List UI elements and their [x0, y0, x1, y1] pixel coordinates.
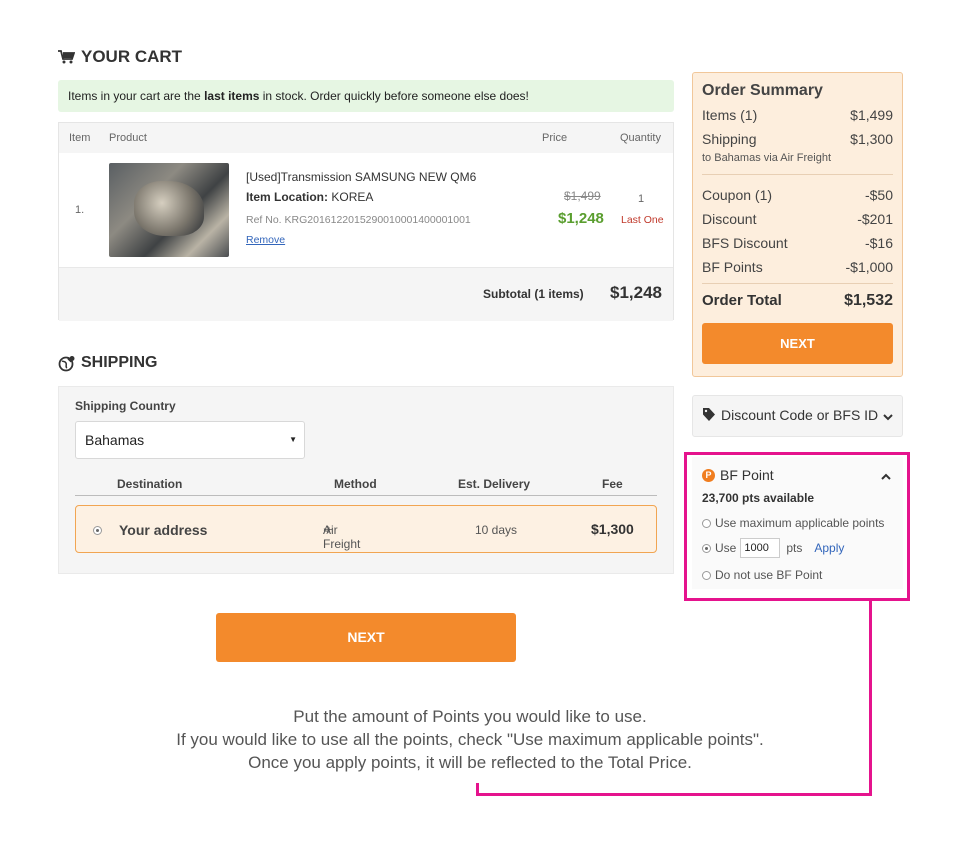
product-location: Item Location: KOREA	[246, 190, 373, 204]
country-label: Shipping Country	[75, 399, 176, 413]
subtotal-bar: Subtotal (1 items) $1,248	[59, 267, 673, 321]
notice-bold-text: last items	[204, 89, 260, 103]
delivery-value: 10 days	[475, 523, 518, 537]
item-quantity: 1	[638, 193, 645, 205]
next-button[interactable]: NEXT	[216, 613, 516, 662]
shipping-panel: Shipping Country Bahamas ▼ Destination M…	[58, 386, 674, 574]
destination-value: Your address	[119, 522, 208, 538]
col-fee: Fee	[602, 477, 623, 491]
bfs-label: BFS Discount	[702, 235, 788, 251]
shipping-option-row[interactable]: Your address ✈ Air Freight 10 days $1,30…	[75, 505, 657, 553]
cart-item-row: 1. [Used]Transmission SAMSUNG NEW QM6 It…	[59, 153, 673, 267]
shipping-radio[interactable]	[93, 526, 102, 535]
product-ref: Ref No. KRG2016122015290010001400001001	[246, 214, 471, 226]
total-label: Order Total	[702, 292, 782, 309]
remove-link[interactable]: Remove	[246, 234, 285, 246]
coupon-value: -$50	[864, 187, 893, 203]
shipping-value: $1,300	[850, 131, 893, 147]
cart-title: YOUR CART	[81, 47, 183, 66]
select-caret-icon: ▼	[289, 435, 297, 444]
shipping-heading: SHIPPING	[58, 354, 157, 372]
order-summary: Order Summary Items (1) $1,499 Shipping $1…	[692, 72, 903, 377]
cart-icon	[58, 50, 75, 64]
discount-code-label: Discount Code or BFS ID	[721, 407, 879, 423]
col-delivery: Est. Delivery	[458, 477, 531, 491]
points-value: -$1,000	[845, 259, 893, 275]
cart-table-header: Item Product Price Quantity	[59, 123, 673, 153]
caption-line-2: If you would like to use all the points,…	[176, 730, 764, 749]
total-value: $1,532	[844, 292, 893, 309]
col-price: Price	[542, 132, 568, 144]
highlight-frame	[684, 452, 910, 601]
col-product: Product	[109, 132, 147, 144]
cart-table: Item Product Price Quantity 1. [Used]Tra…	[58, 122, 674, 321]
caption-line-3: Once you apply points, it will be reflec…	[248, 753, 692, 772]
cart-heading: YOUR CART	[58, 47, 182, 67]
coupon-label: Coupon (1)	[702, 187, 773, 203]
notice-text: Items in your cart are the	[68, 89, 205, 103]
summary-discount: Discount -$201	[702, 211, 893, 227]
subtotal-value: $1,248	[610, 283, 662, 302]
summary-divider	[702, 174, 893, 175]
col-method: Method	[334, 477, 377, 491]
summary-bfs-discount: BFS Discount -$16	[702, 235, 893, 251]
product-image[interactable]	[109, 163, 229, 257]
location-value: KOREA	[331, 190, 374, 204]
fee-value: $1,300	[591, 521, 634, 537]
country-value: Bahamas	[85, 432, 145, 448]
sale-price: $1,248	[558, 210, 604, 227]
country-select[interactable]: Bahamas ▼	[75, 421, 305, 459]
summary-shipping: Shipping $1,300	[702, 131, 893, 147]
shipping-note: to Bahamas via Air Freight	[702, 152, 832, 164]
discount-label: Discount	[702, 211, 757, 227]
col-quantity: Quantity	[620, 132, 661, 144]
bfs-value: -$16	[864, 235, 893, 251]
summary-next-button[interactable]: NEXT	[702, 323, 893, 364]
col-destination: Destination	[117, 477, 183, 491]
summary-title: Order Summary	[702, 82, 823, 99]
instruction-caption: Put the amount of Points you would like …	[60, 705, 880, 774]
callout-line-horizontal	[476, 793, 872, 796]
shipping-table-header: Destination Method Est. Delivery Fee	[75, 477, 657, 496]
caption-line-1: Put the amount of Points you would like …	[293, 707, 647, 726]
summary-coupon: Coupon (1) -$50	[702, 187, 893, 203]
discount-code-toggle[interactable]: Discount Code or BFS ID	[692, 395, 903, 437]
method-value: Air Freight	[323, 523, 361, 551]
points-label: BF Points	[702, 259, 763, 275]
product-name[interactable]: [Used]Transmission SAMSUNG NEW QM6	[246, 170, 476, 184]
summary-items: Items (1) $1,499	[702, 107, 893, 123]
summary-divider-total	[702, 283, 893, 284]
items-label: Items (1)	[702, 107, 758, 123]
last-one-badge: Last One	[621, 214, 664, 226]
location-label: Item Location:	[246, 190, 329, 204]
summary-total: Order Total $1,532	[702, 292, 893, 309]
callout-line-tick	[476, 783, 479, 796]
shipping-label: Shipping	[702, 131, 757, 147]
stock-notice: Items in your cart are the last items in…	[58, 80, 674, 112]
subtotal-label: Subtotal (1 items)	[483, 287, 584, 301]
tag-icon	[703, 408, 715, 424]
globe-icon	[58, 355, 75, 371]
shipping-title: SHIPPING	[81, 354, 158, 371]
discount-value: -$201	[857, 211, 893, 227]
items-value: $1,499	[850, 107, 893, 123]
summary-bf-points: BF Points -$1,000	[702, 259, 893, 275]
chevron-down-icon	[883, 409, 893, 425]
notice-text-end: in stock. Order quickly before someone e…	[259, 89, 529, 103]
old-price: $1,499	[564, 189, 601, 203]
col-item: Item	[69, 132, 91, 144]
item-index: 1.	[75, 204, 85, 216]
